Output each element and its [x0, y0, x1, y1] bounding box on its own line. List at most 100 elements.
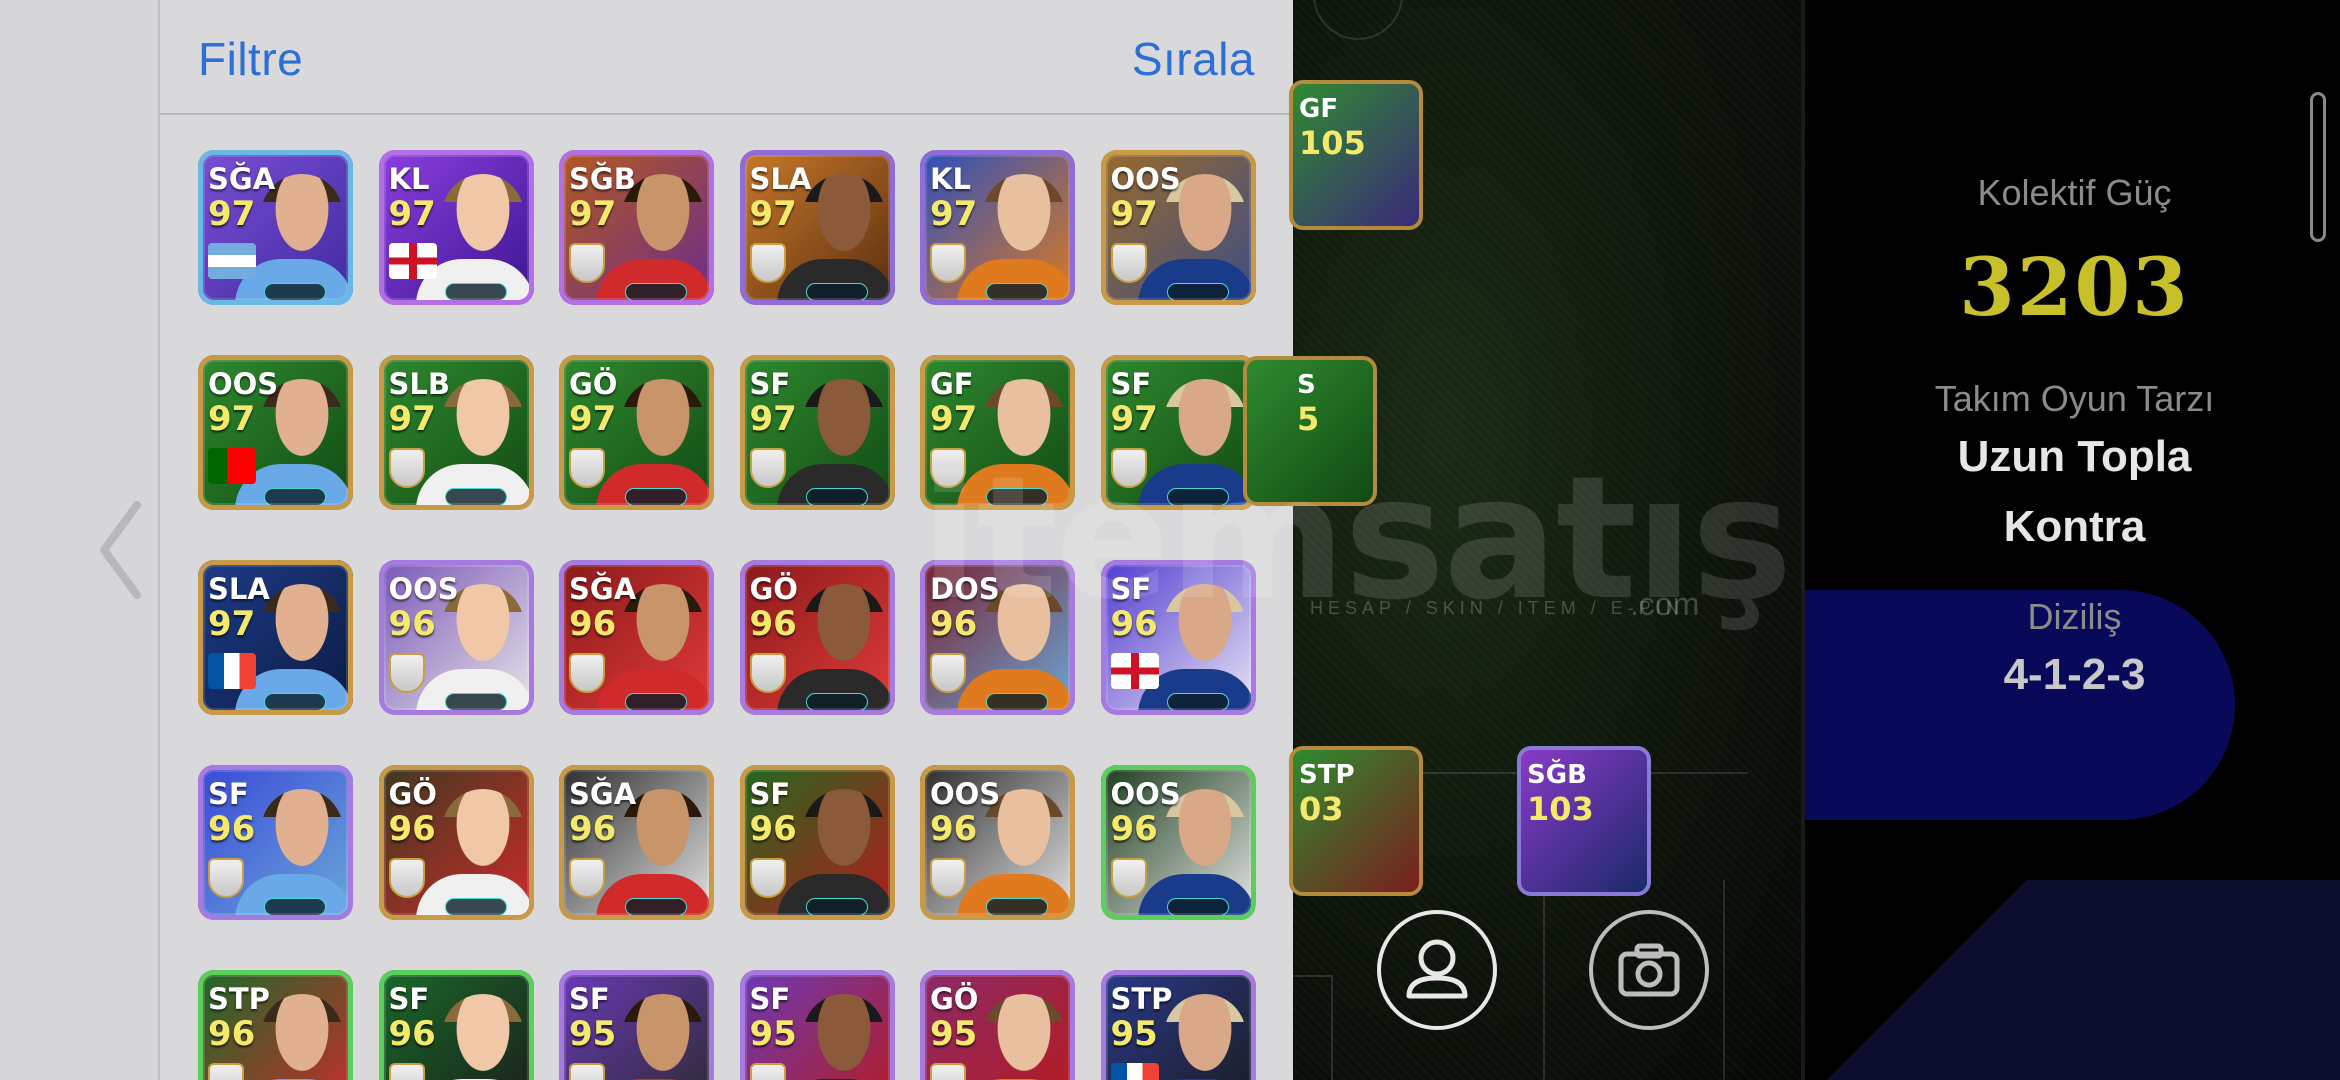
card-frame: [1100, 355, 1256, 510]
camera-icon: [1618, 943, 1680, 997]
pitch-line: [1313, 0, 1403, 40]
field-player-position: SĞB: [1527, 760, 1587, 790]
player-card[interactable]: SĞA 96: [559, 560, 714, 715]
player-card-grid: SĞA 97 KL 97 SĞB 97 SLA 97 KL 97 OOS 97 OOS 97 SLB 97 GÖ…: [198, 150, 1258, 1080]
card-frame: [920, 150, 1075, 305]
player-card[interactable]: SF 96: [1100, 560, 1256, 715]
field-player-card[interactable]: SĞB 103: [1517, 746, 1651, 896]
formation-value: 4-1-2-3: [2003, 650, 2146, 699]
player-card[interactable]: OOS 96: [378, 560, 534, 715]
card-frame: [559, 150, 714, 305]
card-frame: [920, 560, 1075, 715]
team-stats-panel: Kolektif Güç 3203 Takım Oyun Tarzı Uzun …: [1801, 0, 2340, 1080]
card-frame: [198, 970, 353, 1080]
player-card[interactable]: KL 97: [378, 150, 534, 305]
field-player-rating: 5: [1297, 400, 1320, 438]
person-icon: [1406, 939, 1468, 999]
player-card[interactable]: SLB 97: [378, 355, 534, 510]
card-frame: [198, 150, 353, 305]
field-player-rating: 03: [1299, 790, 1344, 828]
player-card[interactable]: SĞB 97: [559, 150, 714, 305]
team-playstyle-value: Uzun Topla: [1957, 432, 2192, 481]
card-frame: [739, 765, 895, 920]
player-card[interactable]: GÖ 96: [378, 765, 534, 920]
player-card[interactable]: STP 95: [1100, 970, 1256, 1080]
player-card[interactable]: SF 96: [198, 765, 353, 920]
field-player-card[interactable]: GF 105: [1289, 80, 1423, 230]
collective-power-value: 3203: [1959, 240, 2190, 334]
field-player-card[interactable]: STP 03: [1289, 746, 1423, 896]
player-card[interactable]: SF 96: [739, 765, 895, 920]
player-select-panel: Filtre Sırala SĞA 97 KL 97 SĞB 97 SLA 97 KL 97 OOS…: [160, 0, 1293, 1080]
card-frame: [559, 560, 714, 715]
app-root: Filtre Sırala SĞA 97 KL 97 SĞB 97 SLA 97 KL 97 OOS…: [0, 0, 2340, 1080]
card-frame: [378, 765, 534, 920]
card-frame: [1100, 150, 1256, 305]
sort-button[interactable]: Sırala: [1132, 32, 1255, 86]
card-frame: [378, 355, 534, 510]
player-card[interactable]: OOS 97: [1100, 150, 1256, 305]
player-card[interactable]: SF 96: [378, 970, 534, 1080]
player-card[interactable]: SF 95: [559, 970, 714, 1080]
card-frame: [378, 560, 534, 715]
card-frame: [378, 150, 534, 305]
player-card[interactable]: GÖ 96: [739, 560, 895, 715]
card-frame: [559, 970, 714, 1080]
formation-label: Diziliş: [2027, 596, 2122, 637]
card-frame: [739, 355, 895, 510]
player-card[interactable]: OOS 96: [1100, 765, 1256, 920]
player-card[interactable]: SLA 97: [198, 560, 353, 715]
chevron-left-icon[interactable]: [92, 495, 152, 605]
player-card[interactable]: GÖ 95: [920, 970, 1075, 1080]
player-card[interactable]: GF 97: [920, 355, 1075, 510]
left-gutter: [0, 0, 160, 1080]
player-profile-button[interactable]: [1377, 910, 1497, 1030]
card-frame: [198, 355, 353, 510]
card-frame: [198, 560, 353, 715]
card-frame: [378, 970, 534, 1080]
field-player-position: S: [1297, 370, 1316, 400]
player-card[interactable]: STP 96: [198, 970, 353, 1080]
field-player-rating: 103: [1527, 790, 1594, 828]
field-player-position: STP: [1299, 760, 1355, 790]
team-playstyle-value: Kontra: [2003, 502, 2146, 551]
player-card[interactable]: SLA 97: [739, 150, 895, 305]
field-player-position: GF: [1299, 94, 1339, 124]
player-card[interactable]: SĞA 97: [198, 150, 353, 305]
player-card[interactable]: DOS 96: [920, 560, 1075, 715]
card-frame: [198, 765, 353, 920]
card-frame: [920, 355, 1075, 510]
player-card[interactable]: KL 97: [920, 150, 1075, 305]
pitch-line: [1723, 880, 1725, 1080]
player-card[interactable]: SF 95: [739, 970, 895, 1080]
card-frame: [739, 560, 895, 715]
camera-button[interactable]: [1589, 910, 1709, 1030]
pitch-line: [1293, 975, 1333, 1080]
card-frame: [559, 355, 714, 510]
player-card[interactable]: OOS 96: [920, 765, 1075, 920]
panel-header: Filtre Sırala: [160, 0, 1293, 115]
pitch: GF 105 S 5 STP 03 SĞB 103: [1243, 0, 1801, 1080]
player-card[interactable]: SĞA 96: [559, 765, 714, 920]
card-frame: [739, 970, 895, 1080]
pitch-line: [1543, 880, 1545, 1080]
player-card[interactable]: GÖ 97: [559, 355, 714, 510]
field-player-card[interactable]: S 5: [1243, 356, 1377, 506]
collective-power-label: Kolektif Güç: [1977, 172, 2172, 213]
lineup-area: GF 105 S 5 STP 03 SĞB 103 Kolektif Güç 3…: [1243, 0, 2340, 1080]
team-playstyle-label: Takım Oyun Tarzı: [1934, 378, 2215, 419]
card-frame: [559, 765, 714, 920]
player-card[interactable]: SF 97: [739, 355, 895, 510]
filter-button[interactable]: Filtre: [198, 32, 303, 86]
card-frame: [920, 970, 1075, 1080]
card-frame: [1100, 765, 1256, 920]
field-player-rating: 105: [1299, 124, 1366, 162]
card-frame: [1100, 970, 1256, 1080]
player-card[interactable]: OOS 97: [198, 355, 353, 510]
card-frame: [1100, 560, 1256, 715]
player-card[interactable]: SF 97: [1100, 355, 1256, 510]
card-frame: [920, 765, 1075, 920]
card-frame: [739, 150, 895, 305]
scrollbar[interactable]: [2310, 92, 2326, 242]
decorative-shape: [1805, 880, 2340, 1080]
